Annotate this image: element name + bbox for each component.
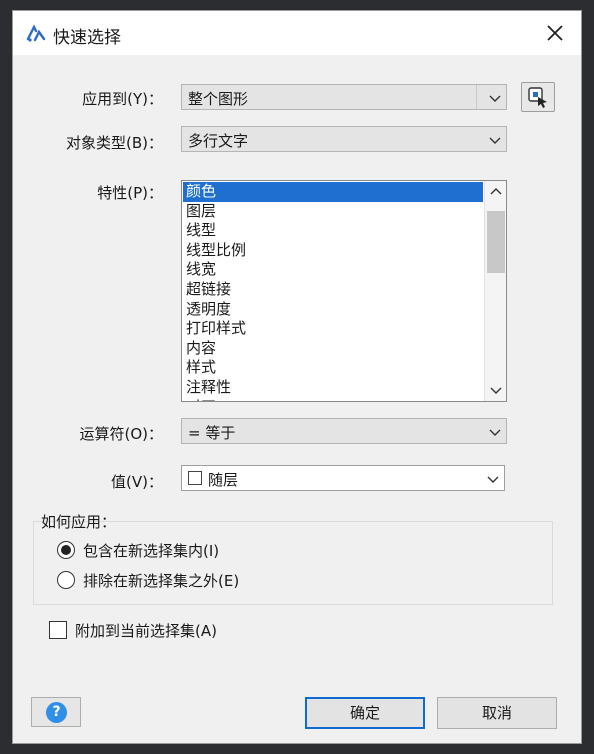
ok-button[interactable]: 确定 <box>305 697 425 729</box>
value-select[interactable]: 随层 <box>181 465 505 491</box>
property-item-plot-style[interactable]: 打印样式 <box>183 319 483 339</box>
title-bar: 快速选择 <box>13 11 581 55</box>
chevron-up-icon[interactable] <box>489 185 503 199</box>
properties-scrollbar[interactable] <box>484 181 506 401</box>
append-checkbox[interactable] <box>49 621 67 639</box>
help-button[interactable]: ? <box>31 697 81 727</box>
close-icon <box>547 25 563 41</box>
how-to-apply-group <box>33 521 553 605</box>
cancel-button[interactable]: 取消 <box>437 697 557 729</box>
chevron-down-icon[interactable] <box>489 383 503 397</box>
property-item-color[interactable]: 颜色 <box>183 182 483 202</box>
properties-listbox[interactable]: 颜色 图层 线型 线型比例 线宽 超链接 透明度 打印样式 内容 样式 注释性 … <box>181 180 507 402</box>
select-objects-button[interactable] <box>521 82 555 112</box>
property-item-contents[interactable]: 内容 <box>183 339 483 359</box>
chevron-down-icon <box>489 429 501 436</box>
property-item-style[interactable]: 样式 <box>183 358 483 378</box>
exclude-label: 排除在新选择集之外(E) <box>83 572 240 590</box>
value-text: 随层 <box>208 471 239 489</box>
property-item-layer[interactable]: 图层 <box>183 202 483 222</box>
property-item-annotative[interactable]: 注释性 <box>183 378 483 398</box>
scrollbar-thumb[interactable] <box>487 211 505 273</box>
property-item-transparency[interactable]: 透明度 <box>183 300 483 320</box>
close-button[interactable] <box>539 17 571 49</box>
chevron-down-icon <box>489 95 501 102</box>
object-type-value: 多行文字 <box>188 132 249 150</box>
apply-to-select[interactable]: 整个图形 <box>181 84 507 110</box>
chevron-down-icon <box>489 137 501 144</box>
apply-to-value: 整个图形 <box>188 90 249 108</box>
include-label: 包含在新选择集内(I) <box>83 542 220 560</box>
how-to-apply-title: 如何应用： <box>41 513 117 531</box>
operator-label: 运算符(O)： <box>79 425 163 443</box>
operator-select[interactable]: = 等于 <box>181 418 507 444</box>
apply-to-label: 应用到(Y)： <box>82 90 163 108</box>
color-swatch <box>188 471 202 485</box>
include-radio[interactable] <box>57 541 75 559</box>
property-item-hyperlink[interactable]: 超链接 <box>183 280 483 300</box>
select-objects-icon <box>528 87 547 108</box>
property-item-lineweight[interactable]: 线宽 <box>183 260 483 280</box>
help-icon: ? <box>46 702 67 723</box>
quick-select-dialog: 快速选择 应用到(Y)： 整个图形 对象类型(B)： 多行文字 特性(P)： 颜… <box>12 10 582 744</box>
value-label: 值(V)： <box>111 473 163 491</box>
properties-label: 特性(P)： <box>97 184 163 202</box>
exclude-radio[interactable] <box>57 571 75 589</box>
operator-value: = 等于 <box>188 424 236 442</box>
property-item-linetype-scale[interactable]: 线型比例 <box>183 241 483 261</box>
property-item-linetype[interactable]: 线型 <box>183 221 483 241</box>
object-type-label: 对象类型(B)： <box>66 134 163 152</box>
dialog-title: 快速选择 <box>53 28 121 48</box>
property-item-justify[interactable]: 对正 <box>183 398 483 401</box>
chevron-down-icon <box>487 476 499 483</box>
append-label: 附加到当前选择集(A) <box>75 622 217 640</box>
object-type-select[interactable]: 多行文字 <box>181 126 507 152</box>
app-logo-icon <box>25 23 47 45</box>
